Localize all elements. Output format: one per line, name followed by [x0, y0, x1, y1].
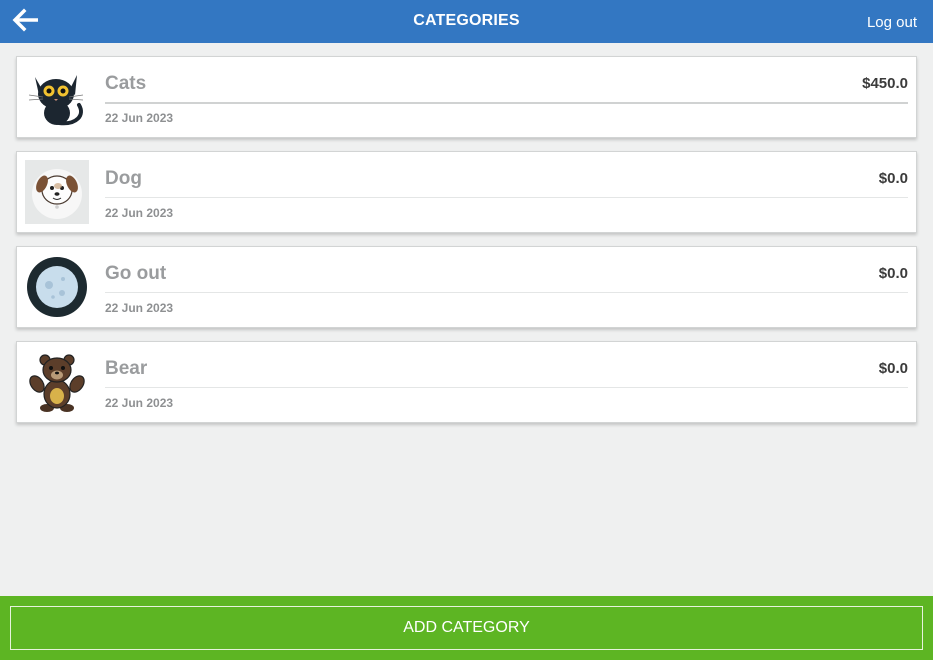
category-date: 22 Jun 2023 — [105, 206, 174, 220]
divider — [105, 102, 908, 104]
category-amount: $0.0 — [878, 265, 908, 282]
divider — [105, 387, 908, 388]
category-name: Dog — [105, 168, 142, 189]
dog-icon — [25, 160, 89, 224]
category-card[interactable]: Dog $0.0 22 Jun 2023 — [16, 151, 917, 233]
footer-bar: ADD CATEGORY — [0, 596, 933, 660]
logout-button[interactable]: Log out — [867, 14, 917, 31]
divider — [105, 197, 908, 198]
category-amount: $450.0 — [862, 75, 908, 92]
bear-icon — [25, 350, 89, 414]
category-date: 22 Jun 2023 — [105, 301, 174, 315]
category-name: Cats — [105, 73, 147, 94]
divider — [105, 292, 908, 293]
category-card[interactable]: Go out $0.0 22 Jun 2023 — [16, 246, 917, 328]
category-list: Cats $450.0 22 Jun 2023 Dog $0.0 22 Jun … — [16, 56, 917, 436]
category-name: Go out — [105, 263, 167, 284]
cat-icon — [25, 65, 89, 129]
moon-icon — [25, 255, 89, 319]
app-header: CATEGORIES Log out — [0, 0, 933, 43]
category-amount: $0.0 — [878, 170, 908, 187]
category-card[interactable]: Cats $450.0 22 Jun 2023 — [16, 56, 917, 138]
category-card[interactable]: Bear $0.0 22 Jun 2023 — [16, 341, 917, 423]
category-amount: $0.0 — [878, 360, 908, 377]
add-category-button[interactable]: ADD CATEGORY — [10, 606, 923, 650]
category-date: 22 Jun 2023 — [105, 396, 174, 410]
category-name: Bear — [105, 358, 148, 379]
page-title: CATEGORIES — [413, 12, 520, 29]
category-date: 22 Jun 2023 — [105, 111, 174, 125]
